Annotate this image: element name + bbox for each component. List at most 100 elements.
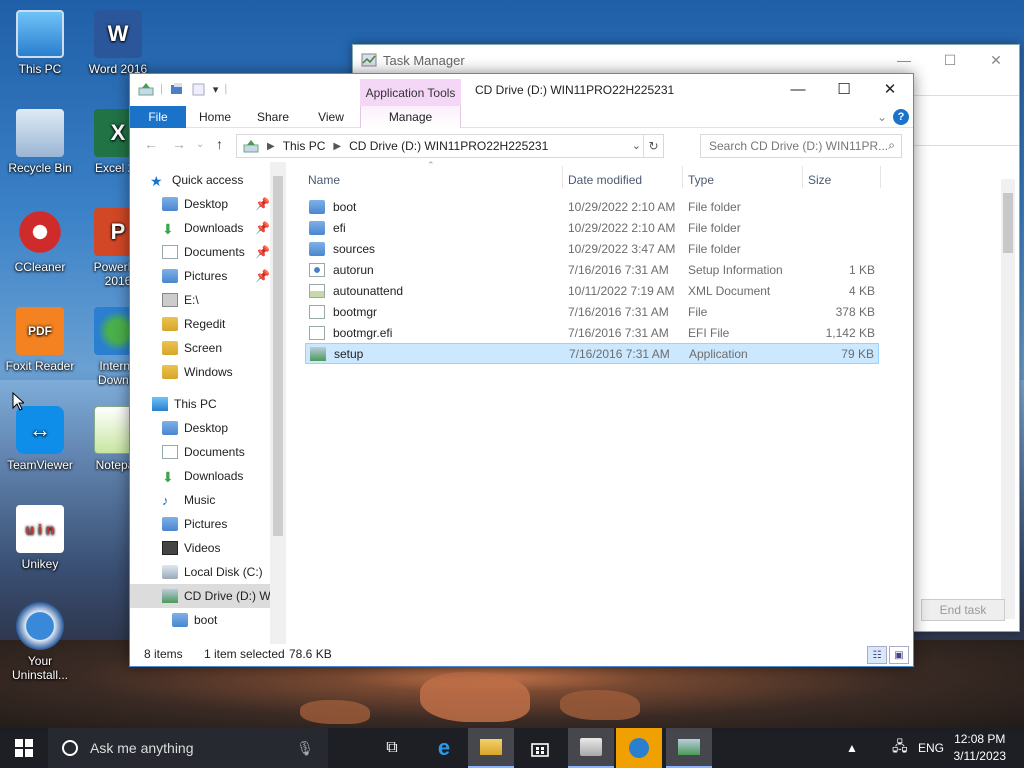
maximize-button[interactable]: ☐ — [927, 45, 973, 75]
nav-item-downloads[interactable]: ⬇ Downloads 📌 — [162, 216, 270, 240]
hard-drive-icon — [162, 565, 178, 579]
properties-icon[interactable] — [169, 82, 185, 96]
tab-home[interactable]: Home — [192, 106, 238, 128]
file-row-selected[interactable]: setup 7/16/2016 7:31 AM Application 79 K… — [305, 343, 879, 364]
nav-quick-access[interactable]: ★ Quick access — [150, 168, 286, 192]
desktop-icon-recycle-bin[interactable]: Recycle Bin — [2, 109, 78, 175]
back-arrow-icon[interactable]: ← — [144, 136, 158, 152]
address-bar[interactable]: ▶ This PC ▶ CD Drive (D:) WIN11PRO22H225… — [236, 134, 664, 158]
search-input[interactable]: Search CD Drive (D:) WIN11PR... ⌕ — [700, 134, 902, 158]
up-arrow-icon[interactable]: ↑ — [216, 136, 223, 152]
file-row[interactable]: boot 10/29/2022 2:10 AM File folder — [305, 196, 879, 217]
column-divider[interactable] — [682, 166, 683, 188]
tab-share[interactable]: Share — [250, 106, 296, 128]
explorer-titlebar[interactable]: | ▾ | Application Tools CD Drive (D:) WI… — [130, 74, 913, 106]
nav-item-windows[interactable]: Windows — [162, 360, 270, 384]
control-panel-taskbar-icon[interactable] — [568, 728, 614, 768]
desktop-icon-ccleaner[interactable]: CCleaner — [2, 208, 78, 274]
help-icon[interactable]: ? — [893, 109, 909, 125]
store-icon[interactable] — [518, 728, 562, 768]
folder-icon — [162, 365, 178, 379]
column-header-date[interactable]: Date modified — [568, 166, 642, 194]
nav-pc-documents[interactable]: Documents — [162, 440, 270, 464]
computer-icon — [152, 397, 168, 411]
nav-item-regedit[interactable]: Regedit — [162, 312, 270, 336]
column-header-size[interactable]: Size — [808, 166, 831, 194]
desktop-icon-foxit[interactable]: PDF Foxit Reader — [2, 307, 78, 373]
show-hidden-icons-icon[interactable]: ▲ — [846, 728, 858, 768]
breadcrumb-current[interactable]: CD Drive (D:) WIN11PRO22H225231 — [349, 139, 548, 153]
nav-item-screen[interactable]: Screen — [162, 336, 270, 360]
clock[interactable]: 12:08 PM 3/11/2023 — [954, 731, 1007, 765]
file-explorer-taskbar-icon[interactable] — [468, 728, 514, 768]
nav-pc-downloads[interactable]: ⬇ Downloads — [162, 464, 270, 488]
task-view-icon[interactable]: ⧉ — [372, 728, 412, 768]
tab-view[interactable]: View — [308, 106, 354, 128]
tab-file[interactable]: File — [130, 106, 186, 128]
file-row[interactable]: sources 10/29/2022 3:47 AM File folder — [305, 238, 879, 259]
minimize-button[interactable]: — — [775, 74, 821, 104]
nav-item-desktop[interactable]: Desktop 📌 — [162, 192, 270, 216]
forward-arrow-icon[interactable]: → — [172, 136, 186, 152]
nav-item-documents[interactable]: Documents 📌 — [162, 240, 270, 264]
column-divider[interactable] — [802, 166, 803, 188]
desktop-icon-label: CCleaner — [14, 260, 66, 274]
large-icons-view-icon[interactable]: ▣ — [889, 646, 909, 664]
file-row[interactable]: bootmgr.efi 7/16/2016 7:31 AM EFI File 1… — [305, 322, 879, 343]
address-dropdown-icon[interactable]: ⌄ — [632, 139, 641, 152]
desktop-icon-this-pc[interactable]: This PC — [2, 10, 78, 76]
navigation-pane[interactable]: ★ Quick access Desktop 📌 ⬇ Downloads 📌 Docu… — [130, 162, 286, 644]
column-divider[interactable] — [880, 166, 881, 188]
task-manager-titlebar[interactable]: Task Manager — ☐ ✕ — [353, 45, 1019, 75]
breadcrumb-chevron-icon[interactable]: ▶ — [267, 141, 275, 152]
breadcrumb-chevron-icon[interactable]: ▶ — [333, 141, 341, 152]
nav-pc-desktop[interactable]: Desktop — [162, 416, 270, 440]
nav-pc-local-disk[interactable]: Local Disk (C:) — [162, 560, 270, 584]
column-header-type[interactable]: Type — [688, 166, 714, 194]
file-row[interactable]: efi 10/29/2022 2:10 AM File folder — [305, 217, 879, 238]
details-view-icon[interactable]: ☷ — [867, 646, 887, 664]
desktop-icon-word[interactable]: W Word 2016 — [80, 10, 156, 76]
folder-icon — [309, 241, 325, 256]
column-divider[interactable] — [562, 166, 563, 188]
nav-pane-scrollbar[interactable] — [270, 162, 286, 644]
nav-item-e-drive[interactable]: E:\ — [162, 288, 270, 312]
clock-time: 12:08 PM — [954, 732, 1006, 746]
new-folder-icon[interactable] — [191, 82, 207, 96]
nav-pc-cd-drive[interactable]: CD Drive (D:) WI — [130, 584, 270, 608]
nav-pc-pictures[interactable]: Pictures — [162, 512, 270, 536]
nav-pc-boot[interactable]: boot — [172, 608, 270, 632]
edge-icon[interactable]: e — [422, 728, 466, 768]
file-explorer-window[interactable]: | ▾ | Application Tools CD Drive (D:) WI… — [129, 73, 914, 667]
cortana-search-box[interactable]: Ask me anything 🎙 — [48, 728, 328, 768]
file-row[interactable]: autorun 7/16/2016 7:31 AM Setup Informat… — [305, 259, 879, 280]
nav-pc-videos[interactable]: Videos — [162, 536, 270, 560]
start-button[interactable] — [0, 728, 48, 768]
network-icon[interactable]: 🖧 — [892, 728, 908, 768]
language-indicator[interactable]: ENG — [918, 728, 944, 768]
file-row[interactable]: autounattend 10/11/2022 7:19 AM XML Docu… — [305, 280, 879, 301]
close-button[interactable]: ✕ — [867, 74, 913, 104]
nav-this-pc[interactable]: This PC — [152, 392, 270, 416]
recent-locations-icon[interactable]: ⌄ — [196, 139, 204, 150]
nav-pc-music[interactable]: ♪ Music — [162, 488, 270, 512]
close-button[interactable]: ✕ — [973, 45, 1019, 75]
app-taskbar-icon[interactable] — [616, 728, 662, 768]
column-header-name[interactable]: Name — [308, 166, 340, 194]
desktop-icon-teamviewer[interactable]: ↔ TeamViewer — [2, 406, 78, 472]
minimize-button[interactable]: — — [881, 45, 927, 75]
qat-dropdown-icon[interactable]: ▾ — [213, 83, 219, 96]
desktop-icon-your-uninstaller[interactable]: Your Uninstall... — [2, 602, 78, 682]
desktop-icon-unikey[interactable]: u i n Unikey — [2, 505, 78, 571]
microphone-icon[interactable]: 🎙 — [296, 740, 314, 757]
end-task-button[interactable]: End task — [921, 599, 1005, 621]
nav-item-pictures[interactable]: Pictures 📌 — [162, 264, 270, 288]
tab-manage[interactable]: Manage — [360, 106, 461, 128]
file-row[interactable]: bootmgr 7/16/2016 7:31 AM File 378 KB — [305, 301, 879, 322]
task-manager-taskbar-icon[interactable] — [666, 728, 712, 768]
refresh-icon[interactable]: ↻ — [643, 135, 663, 157]
task-manager-scrollbar[interactable] — [1001, 179, 1015, 619]
maximize-button[interactable]: ☐ — [821, 74, 867, 104]
breadcrumb-this-pc[interactable]: This PC — [283, 139, 326, 153]
ribbon-collapse-icon[interactable]: ⌄ — [877, 110, 887, 124]
